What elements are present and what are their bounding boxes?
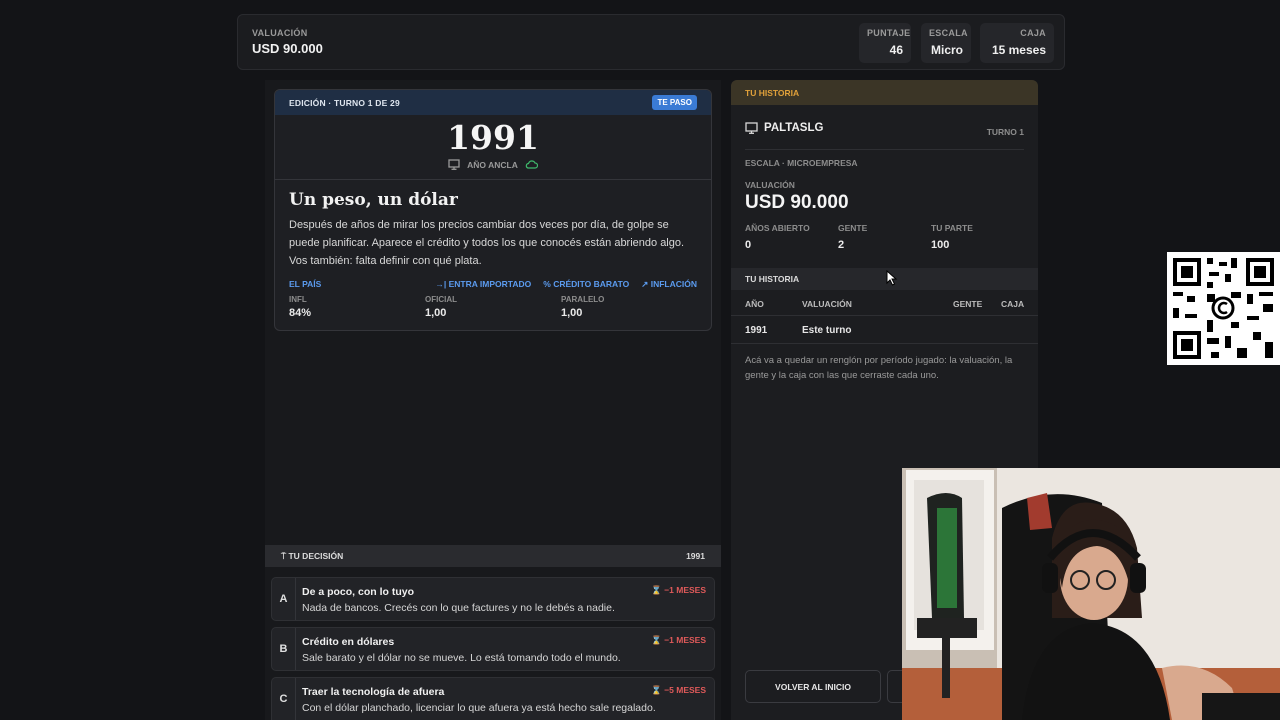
indicator-inflation: INFL 84% (289, 295, 312, 319)
history-note: Acá va a quedar un renglón por período j… (745, 355, 1013, 381)
webcam-image (902, 468, 1280, 720)
panel-valuation-label: VALUACIÓN (745, 180, 795, 190)
webcam-overlay (902, 468, 1280, 720)
panel-stats: AÑOS ABIERTO 0 GENTE 2 TU PARTE 100 (731, 214, 1038, 251)
col-people: GENTE (953, 299, 983, 309)
option-cost: ⌛ −1 MESES (651, 585, 706, 595)
stat-scale-value: Micro (930, 43, 963, 57)
pin-icon: ⍑ (281, 550, 287, 561)
col-valuation: VALUACIÓN (802, 299, 852, 309)
monitor-icon (745, 122, 758, 134)
option-letter: B (272, 628, 296, 670)
stat-score: PUNTAJE 46 (859, 23, 911, 63)
stat-score-value: 46 (889, 43, 903, 57)
history-panel-header: TU HISTORIA (731, 80, 1038, 105)
year-title: 1991 (447, 118, 539, 157)
option-description: Sale barato y el dólar no se mueve. Lo e… (302, 652, 621, 664)
stat-cash: CAJA 15 meses (980, 23, 1054, 63)
stat-your-share: TU PARTE 100 (931, 223, 973, 251)
history-table-title: TU HISTORIA (731, 268, 1038, 290)
option-title: Traer la tecnología de afuera (302, 686, 445, 698)
tag-credit: % CRÉDITO BARATO (543, 279, 630, 289)
event-title: Un peso, un dólar (289, 190, 458, 210)
edition-card: EDICIÓN · TURNO 1 DE 29 TE PASO 1991 AÑO… (274, 89, 712, 331)
event-tags: →| ENTRA IMPORTADO % CRÉDITO BARATO ↗ IN… (435, 279, 697, 290)
option-title: Crédito en dólares (302, 636, 395, 648)
turn-label: TURNO 1 (986, 127, 1024, 137)
scale-label: ESCALA · MICROEMPRESA (745, 158, 858, 168)
qr-code-graphic (1173, 258, 1274, 359)
anchor-year: AÑO ANCLA (275, 159, 711, 170)
history-table-header: AÑO VALUACIÓN GENTE CAJA (731, 290, 1038, 316)
qr-code (1167, 252, 1280, 365)
hourglass-icon: ⌛ (651, 585, 662, 595)
indicator-parallel: PARALELO 1,00 (561, 295, 605, 319)
cloud-icon (525, 160, 538, 169)
country-label: EL PAÍS (289, 279, 322, 289)
decision-header: ⍑ TU DECISIÓN 1991 (265, 545, 721, 567)
option-title: De a poco, con lo tuyo (302, 586, 415, 598)
player-row: PALTASLG TURNO 1 (731, 105, 1038, 137)
option-letter: A (272, 578, 296, 620)
option-b[interactable]: B Crédito en dólares Sale barato y el dó… (271, 627, 715, 671)
valuation-label: VALUACIÓN (252, 28, 308, 38)
panel-valuation-value: USD 90.000 (745, 192, 849, 213)
year-block: 1991 AÑO ANCLA (275, 115, 711, 180)
stat-score-label: PUNTAJE (867, 28, 911, 38)
col-cash: CAJA (1001, 299, 1025, 309)
anchor-label: AÑO ANCLA (467, 159, 518, 170)
indicator-official: OFICIAL 1,00 (425, 295, 457, 319)
option-description: Nada de bancos. Crecés con lo que factur… (302, 602, 615, 614)
stat-people: GENTE 2 (838, 223, 868, 251)
back-to-home-button[interactable]: VOLVER AL INICIO (745, 670, 881, 703)
monitor-icon (448, 159, 460, 170)
skip-badge[interactable]: TE PASO (652, 95, 697, 110)
hourglass-icon: ⌛ (651, 635, 662, 645)
edition-header: EDICIÓN · TURNO 1 DE 29 TE PASO (275, 90, 711, 115)
option-letter: C (272, 678, 296, 720)
option-description: Con el dólar planchado, licenciar lo que… (302, 702, 656, 714)
option-a[interactable]: A De a poco, con lo tuyo Nada de bancos.… (271, 577, 715, 621)
event-description: Después de años de mirar los precios cam… (289, 219, 685, 267)
country-row: EL PAÍS →| ENTRA IMPORTADO % CRÉDITO BAR… (275, 270, 711, 290)
row-valuation: Este turno (802, 325, 852, 336)
stat-cash-label: CAJA (1020, 28, 1046, 38)
decision-title: ⍑ TU DECISIÓN (281, 550, 344, 561)
valuation-value: USD 90.000 (252, 41, 323, 56)
hourglass-icon: ⌛ (651, 685, 662, 695)
percent-icon: % (543, 279, 551, 289)
option-c[interactable]: C Traer la tecnología de afuera Con el d… (271, 677, 715, 720)
row-year: 1991 (745, 325, 768, 336)
table-row: 1991 Este turno (731, 316, 1038, 344)
stat-scale: ESCALA Micro (921, 23, 971, 63)
stat-cash-value: 15 meses (991, 43, 1046, 57)
edition-turn: EDICIÓN · TURNO 1 DE 29 (289, 97, 400, 108)
option-cost: ⌛ −1 MESES (651, 635, 706, 645)
option-cost: ⌛ −5 MESES (651, 685, 706, 695)
cursor-icon (886, 270, 898, 286)
decision-year: 1991 (686, 551, 705, 561)
arrow-import-icon: →| (435, 279, 447, 289)
indicators: INFL 84% OFICIAL 1,00 PARALELO 1,00 (275, 290, 711, 319)
stat-years-open: AÑOS ABIERTO 0 (745, 223, 810, 251)
tag-inflation: ↗ INFLACIÓN (641, 279, 697, 289)
status-bar: VALUACIÓN USD 90.000 PUNTAJE 46 ESCALA M… (237, 14, 1065, 70)
col-year: AÑO (745, 299, 764, 309)
stat-scale-label: ESCALA (929, 28, 968, 38)
tag-import: →| ENTRA IMPORTADO (435, 279, 532, 289)
player-name: PALTASLG (745, 122, 823, 134)
trend-up-icon: ↗ (641, 279, 649, 289)
